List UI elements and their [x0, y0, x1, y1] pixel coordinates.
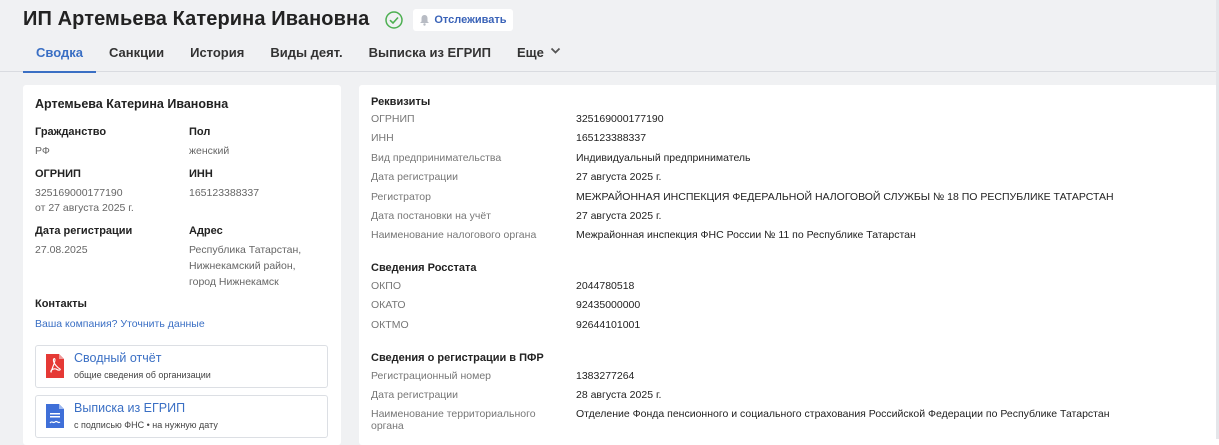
ogrnip-value: 325169000177190	[35, 187, 123, 199]
pfr-title: Сведения о регистрации в ПФР	[371, 352, 544, 364]
address-line: Нижнекамский район,	[189, 260, 296, 272]
requisite-value: 325169000177190	[576, 113, 664, 125]
requisite-value: 165123388337	[576, 132, 647, 144]
requisite-key: Вид предпринимательства	[371, 152, 502, 164]
tab-sanctions[interactable]: Санкции	[96, 45, 177, 72]
tab-history[interactable]: История	[177, 45, 257, 72]
pfr-value: 28 августа 2025 г.	[576, 389, 662, 401]
address-label: Адрес	[189, 225, 223, 237]
requisite-key: Регистратор	[371, 191, 431, 203]
citizenship-label: Гражданство	[35, 126, 107, 138]
pfr-key: Регистрационный номер	[371, 370, 491, 382]
tab-svodka[interactable]: Сводка	[23, 45, 96, 73]
inn-label: ИНН	[189, 168, 213, 180]
tab-label: Санкции	[108, 45, 165, 60]
egrip-extract-card[interactable]: Выписка из ЕГРИП с подписью ФНС • на нуж…	[35, 395, 328, 438]
pfr-key: Дата регистрации	[371, 389, 459, 401]
summary-report-card[interactable]: Сводный отчёт общие сведения об организа…	[35, 345, 328, 388]
details-card: Реквизиты ОГРНИП 325169000177190 ИНН 165…	[359, 85, 1219, 445]
requisite-key: Наименование налогового органа	[371, 229, 537, 241]
summary-report-subtitle: общие сведения об организации	[74, 370, 211, 380]
requisite-value: Межрайонная инспекция ФНС России № 11 по…	[576, 229, 916, 241]
requisite-key: Дата регистрации	[371, 171, 459, 183]
requisite-value: 27 августа 2025 г.	[576, 210, 662, 222]
contacts-label: Контакты	[35, 298, 87, 310]
tab-label: Выписка из ЕГРИП	[368, 45, 491, 60]
regdate-label: Дата регистрации	[35, 225, 133, 237]
rosstat-key: ОКАТО	[371, 299, 406, 311]
summary-report-title: Сводный отчёт	[74, 351, 162, 365]
track-button-label: Отслеживать	[434, 13, 507, 26]
requisite-value: 27 августа 2025 г.	[576, 171, 662, 183]
requisite-value: МЕЖРАЙОННАЯ ИНСПЕКЦИЯ ФЕДЕРАЛЬНОЙ НАЛОГО…	[576, 191, 1114, 203]
gender-label: Пол	[189, 126, 211, 138]
ogrnip-date: от 27 августа 2025 г.	[35, 202, 134, 214]
inn-value: 165123388337	[189, 187, 260, 199]
egrip-extract-title: Выписка из ЕГРИП	[74, 401, 186, 415]
requisite-key: ИНН	[371, 132, 394, 144]
tab-label: Виды деят.	[270, 45, 343, 60]
pfr-key: Наименование территориального органа	[371, 408, 536, 432]
tab-egrip-extract[interactable]: Выписка из ЕГРИП	[356, 45, 504, 72]
rosstat-value: 92644101001	[576, 319, 641, 331]
rosstat-key: ОКТМО	[371, 319, 409, 331]
requisites-title: Реквизиты	[371, 96, 431, 108]
pfr-value: Отделение Фонда пенсионного и социальног…	[576, 408, 1110, 420]
tab-more[interactable]: Еще	[504, 45, 574, 72]
title-row: ИП Артемьева Катерина Ивановна Отслежива…	[23, 8, 513, 31]
rosstat-value: 2044780518	[576, 280, 635, 292]
tab-label: История	[190, 45, 245, 60]
clarify-data-link[interactable]: Ваша компания? Уточнить данные	[35, 318, 205, 330]
tab-bar: Сводка Санкции История Виды деят. Выписк…	[23, 45, 574, 73]
document-icon	[46, 404, 64, 428]
ogrnip-label: ОГРНИП	[35, 168, 81, 180]
person-name: Артемьева Катерина Ивановна	[35, 97, 229, 111]
tab-activities[interactable]: Виды деят.	[257, 45, 355, 72]
tab-label: Еще	[516, 45, 544, 60]
rosstat-value: 92435000000	[576, 299, 641, 311]
tab-label: Сводка	[36, 45, 83, 60]
citizenship-value: РФ	[35, 145, 50, 157]
track-button[interactable]: Отслеживать	[413, 8, 513, 31]
gender-value: женский	[189, 145, 230, 157]
pfr-value: 1383277264	[576, 370, 635, 382]
regdate-value: 27.08.2025	[35, 244, 88, 256]
page-header: ИП Артемьева Катерина Ивановна Отслежива…	[0, 0, 1219, 73]
verified-check-icon	[385, 10, 404, 29]
requisite-key: Дата постановки на учёт	[371, 210, 491, 222]
rosstat-title: Сведения Росстата	[371, 262, 477, 274]
requisite-key: ОГРНИП	[371, 113, 415, 125]
pdf-icon	[46, 354, 64, 378]
address-line: Республика Татарстан,	[189, 244, 302, 256]
address-line: город Нижнекамск	[189, 276, 279, 288]
rosstat-key: ОКПО	[371, 280, 401, 292]
page-title: ИП Артемьева Катерина Ивановна	[23, 8, 370, 30]
summary-card: Артемьева Катерина Ивановна Гражданство …	[23, 85, 341, 445]
bell-icon	[420, 14, 430, 26]
requisite-value: Индивидуальный предприниматель	[576, 152, 751, 164]
chevron-down-icon	[550, 47, 560, 54]
egrip-extract-subtitle: с подписью ФНС • на нужную дату	[74, 420, 218, 430]
